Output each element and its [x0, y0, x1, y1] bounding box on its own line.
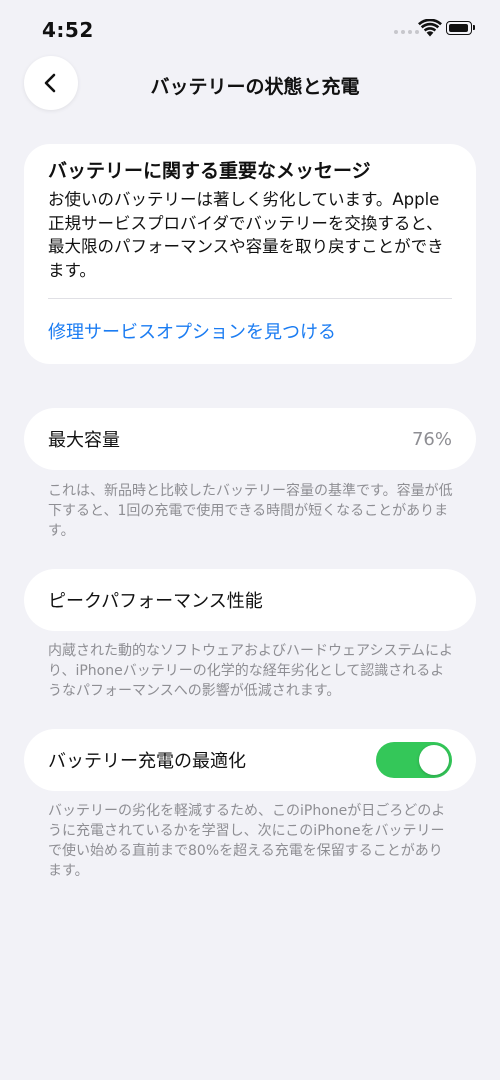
- optimized-charging-row: バッテリー充電の最適化: [24, 729, 476, 791]
- peak-performance-row: ピークパフォーマンス性能: [24, 569, 476, 631]
- optimized-charging-toggle[interactable]: [376, 742, 452, 778]
- toggle-knob: [419, 745, 449, 775]
- chevron-left-icon: [44, 73, 56, 93]
- wifi-icon: [418, 19, 442, 37]
- battery-icon: [446, 21, 475, 35]
- important-message-card: バッテリーに関する重要なメッセージ お使いのバッテリーは著しく劣化しています。A…: [24, 144, 476, 364]
- max-capacity-row: 最大容量 76%: [24, 408, 476, 470]
- optimized-charging-note: バッテリーの劣化を軽減するため、このiPhoneが日ごろどのように充電されている…: [48, 803, 446, 879]
- find-repair-options-link[interactable]: 修理サービスオプションを見つける: [48, 318, 336, 344]
- max-capacity-value: 76%: [411, 428, 452, 450]
- peak-performance-label: ピークパフォーマンス性能: [48, 591, 263, 612]
- max-capacity-note: これは、新品時と比較したバッテリー容量の基準です。容量が低下すると、1回の充電で…: [48, 483, 453, 539]
- optimized-charging-label: バッテリー充電の最適化: [48, 751, 246, 772]
- message-title: バッテリーに関する重要なメッセージ: [48, 160, 371, 182]
- status-time: 4:52: [42, 18, 94, 42]
- page-title: バッテリーの状態と充電: [150, 76, 360, 98]
- max-capacity-label: 最大容量: [48, 430, 120, 451]
- cellular-dots-icon: [394, 30, 419, 34]
- status-bar: 4:52: [0, 0, 500, 60]
- back-button[interactable]: [24, 56, 78, 110]
- peak-performance-note: 内蔵された動的なソフトウェアおよびハードウェアシステムにより、iPhoneバッテ…: [48, 643, 454, 699]
- message-body: お使いのバッテリーは著しく劣化しています。Apple正規サービスプロバイダでバッ…: [48, 190, 444, 280]
- divider: [48, 298, 452, 299]
